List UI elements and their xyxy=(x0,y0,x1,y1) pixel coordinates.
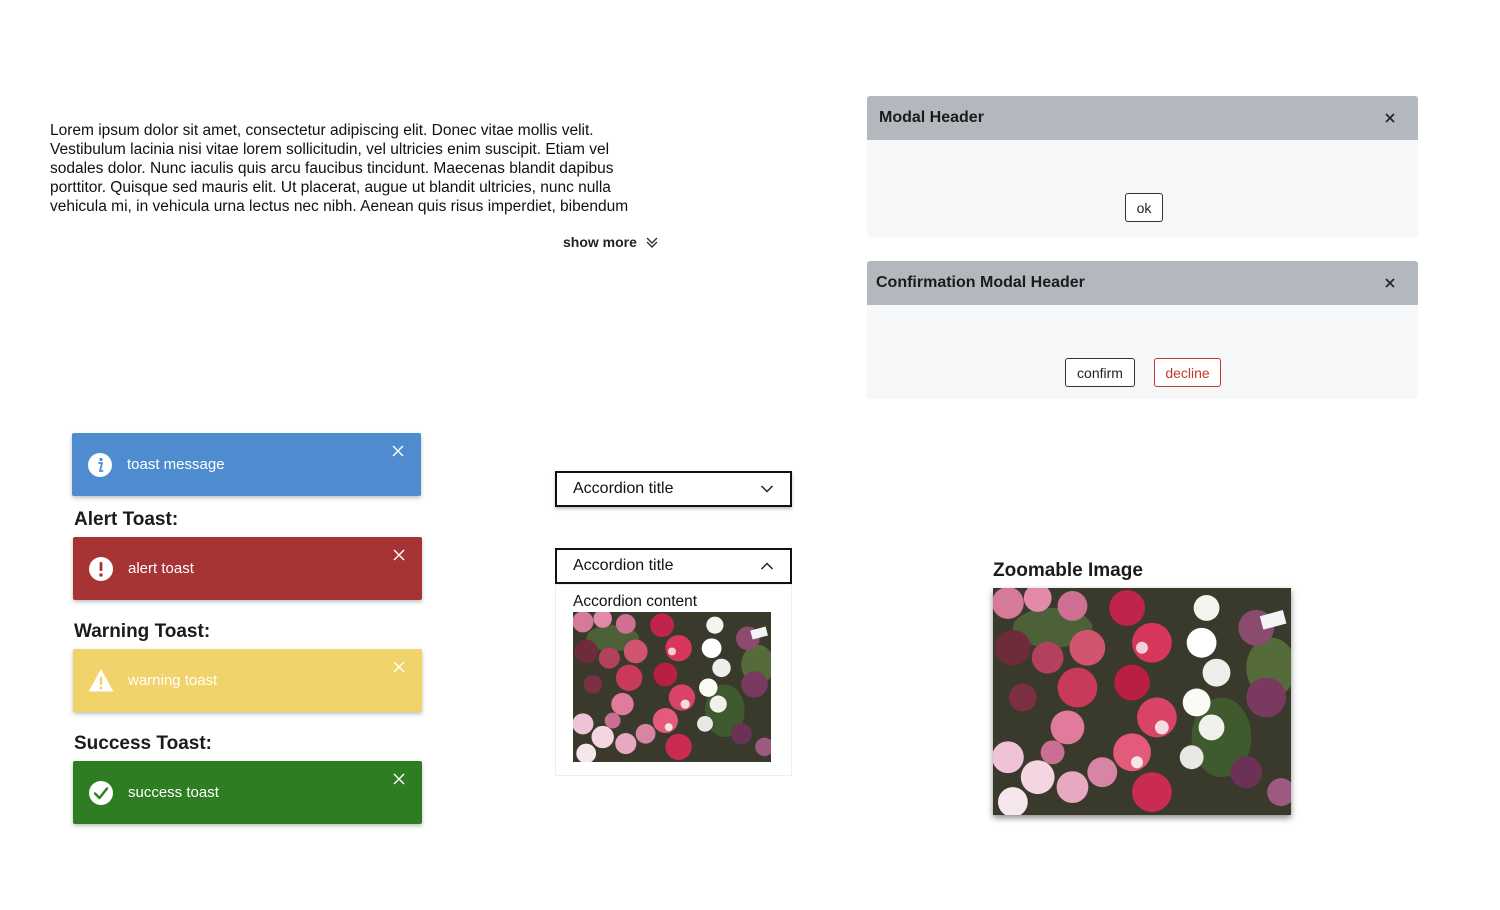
truncated-paragraph: Lorem ipsum dolor sit amet, consectetur … xyxy=(50,122,629,215)
confirmation-modal: Confirmation Modal Header confirm declin… xyxy=(867,261,1418,399)
success-toast-heading: Success Toast: xyxy=(74,733,212,754)
decline-button[interactable]: decline xyxy=(1154,358,1221,387)
accordion-title: Accordion title xyxy=(573,557,674,574)
confirm-button[interactable]: confirm xyxy=(1065,358,1135,387)
checkmark-icon xyxy=(89,781,113,805)
success-toast: success toast xyxy=(73,761,422,824)
info-toast: toast message xyxy=(72,433,421,496)
double-chevron-down-icon xyxy=(646,237,658,248)
chevron-down-icon xyxy=(760,485,774,493)
modal-header: Modal Header xyxy=(867,96,1418,140)
zoomable-image-title: Zoomable Image xyxy=(993,560,1143,581)
close-icon[interactable] xyxy=(393,549,405,561)
toast-message: warning toast xyxy=(128,672,218,689)
warning-toast: warning toast xyxy=(73,649,422,712)
close-icon[interactable] xyxy=(1384,112,1396,124)
confirmation-modal-header: Confirmation Modal Header xyxy=(867,261,1418,305)
toast-message: success toast xyxy=(128,784,219,801)
show-more-button[interactable]: show more xyxy=(563,234,659,250)
accordion-body: Accordion content xyxy=(555,584,792,776)
toast-message: toast message xyxy=(127,456,225,473)
accordion-title: Accordion title xyxy=(573,480,674,497)
zoomable-image[interactable] xyxy=(993,588,1291,815)
accordion-content: Accordion content xyxy=(573,593,698,610)
close-icon[interactable] xyxy=(393,661,405,673)
close-icon[interactable] xyxy=(1384,277,1396,289)
toast-message: alert toast xyxy=(128,560,194,577)
warning-triangle-icon xyxy=(89,669,113,692)
accordion-header-expanded[interactable]: Accordion title xyxy=(555,548,792,584)
alert-toast-heading: Alert Toast: xyxy=(74,509,179,530)
accordion-header-collapsed[interactable]: Accordion title xyxy=(555,471,792,507)
alert-toast: alert toast xyxy=(73,537,422,600)
modal: Modal Header ok xyxy=(867,96,1418,237)
chevron-up-icon xyxy=(760,562,774,570)
modal-title: Modal Header xyxy=(879,109,984,126)
exclamation-icon xyxy=(89,557,113,581)
close-icon[interactable] xyxy=(392,445,404,457)
warning-toast-heading: Warning Toast: xyxy=(74,621,211,642)
info-icon xyxy=(88,453,112,477)
truncated-text-block: Lorem ipsum dolor sit amet, consectetur … xyxy=(50,121,660,250)
close-icon[interactable] xyxy=(393,773,405,785)
ok-button[interactable]: ok xyxy=(1125,193,1163,222)
confirmation-modal-title: Confirmation Modal Header xyxy=(876,274,1085,291)
show-more-label: show more xyxy=(563,234,637,250)
flowers-image xyxy=(573,612,771,762)
